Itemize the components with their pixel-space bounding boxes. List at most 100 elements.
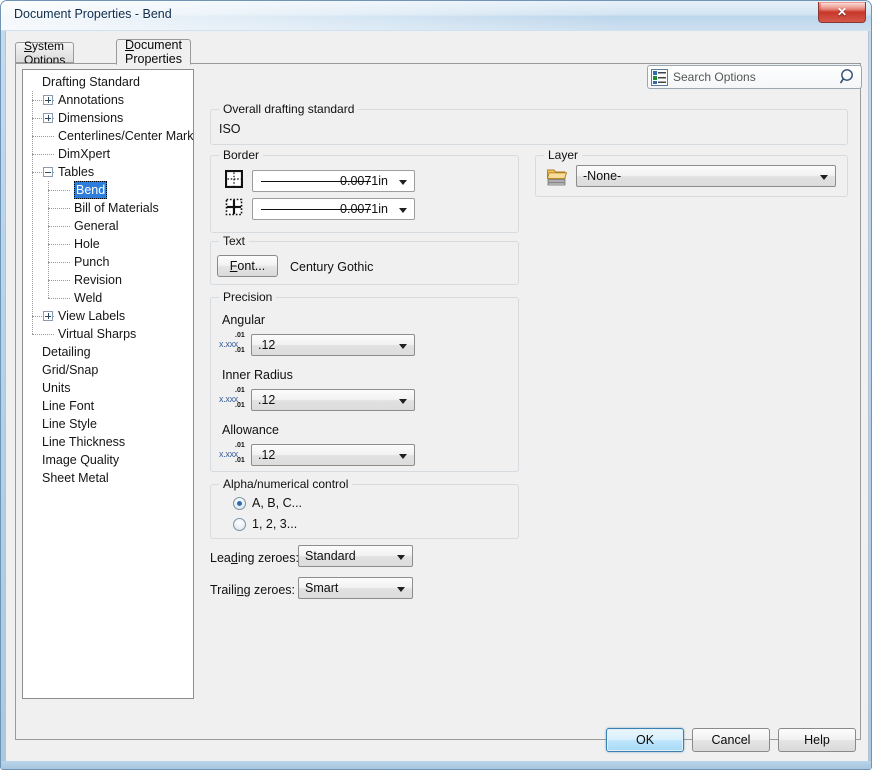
tree-connector-line	[48, 226, 70, 227]
leading-zeroes-combo[interactable]: Standard	[298, 545, 413, 567]
tree-item-label: Line Font	[42, 399, 95, 413]
tree-connector-line	[48, 208, 70, 209]
tree-item-line-thickness[interactable]: Line Thickness	[23, 433, 193, 451]
overall-drafting-standard-label: Overall drafting standard	[219, 102, 359, 116]
radio-alpha[interactable]: A, B, C...	[233, 496, 302, 510]
expand-icon[interactable]	[43, 95, 53, 105]
settings-tree[interactable]: Drafting Standard Annotations Dimensions Ce…	[22, 69, 194, 699]
collapse-icon[interactable]	[43, 167, 53, 177]
tree-item-line-font[interactable]: Line Font	[23, 397, 193, 415]
precision-inner-radius-value: .12	[258, 393, 276, 407]
cancel-button[interactable]: Cancel	[692, 728, 770, 752]
tree-connector-line	[48, 262, 70, 263]
tree-item-drafting-standard[interactable]: Drafting Standard	[23, 73, 193, 91]
chevron-down-icon	[399, 344, 407, 349]
tree-item-label: Annotations	[58, 93, 125, 107]
chevron-down-icon	[399, 454, 407, 459]
tab-document-properties-rest: ocument Properties	[125, 38, 182, 66]
text-group-label: Text	[219, 234, 250, 248]
trailing-zeroes-label: Trailing zeroes:	[210, 583, 295, 597]
tree-item-label: Bend	[74, 181, 108, 199]
tab-document-properties[interactable]: Document Properties	[116, 38, 191, 66]
tree-item-bill-of-materials[interactable]: Bill of Materials	[23, 199, 193, 217]
radio-numeric[interactable]: 1, 2, 3...	[233, 517, 297, 531]
tree-item-general[interactable]: General	[23, 217, 193, 235]
tree-item-grid-snap[interactable]: Grid/Snap	[23, 361, 193, 379]
tree-item-hole[interactable]: Hole	[23, 235, 193, 253]
tree-item-label: Centerlines/Center Marks	[58, 129, 194, 143]
tree-item-label: Punch	[74, 255, 110, 269]
tree-item-view-labels[interactable]: View Labels	[23, 307, 193, 325]
tree-item-label: Virtual Sharps	[58, 327, 137, 341]
precision-angular-combo[interactable]: .12	[251, 334, 415, 356]
precision-group: Precision Angular x.xxx .01 .01 .12 Inne…	[210, 290, 519, 472]
tree-connector-line	[32, 136, 54, 137]
magnifier-icon[interactable]	[838, 67, 858, 87]
window-bottom-edge	[1, 761, 871, 769]
alpha-numerical-control-group: Alpha/numerical control A, B, C... 1, 2,…	[210, 477, 519, 539]
help-button[interactable]: Help	[778, 728, 856, 752]
tree-item-virtual-sharps[interactable]: Virtual Sharps	[23, 325, 193, 343]
tree-item-detailing[interactable]: Detailing	[23, 343, 193, 361]
font-button[interactable]: Font...	[217, 255, 278, 277]
font-name-value: Century Gothic	[290, 260, 374, 274]
tree-item-label: Sheet Metal	[42, 471, 109, 485]
tree-item-units[interactable]: Units	[23, 379, 193, 397]
precision-icon-upper: .01	[235, 442, 245, 449]
tree-item-label: Drafting Standard	[42, 75, 140, 89]
chevron-down-icon	[820, 175, 828, 180]
tree-item-annotations[interactable]: Annotations	[23, 91, 193, 109]
tree-item-label: View Labels	[58, 309, 126, 323]
tree-item-label: Hole	[74, 237, 100, 251]
expand-icon[interactable]	[43, 113, 53, 123]
tree-item-dimensions[interactable]: Dimensions	[23, 109, 193, 127]
search-input[interactable]: Search Options	[647, 65, 862, 89]
precision-allowance-combo[interactable]: .12	[251, 444, 415, 466]
tab-system-options[interactable]: System Options	[15, 39, 75, 67]
border-outer-thickness-combo[interactable]: 0.0071in	[252, 170, 415, 192]
tree-connector-line	[48, 298, 70, 299]
tree-item-tables[interactable]: Tables	[23, 163, 193, 181]
trailing-zeroes-label-b: g zeroes:	[243, 583, 295, 597]
tree-item-revision[interactable]: Revision	[23, 271, 193, 289]
tree-item-punch[interactable]: Punch	[23, 253, 193, 271]
precision-icon-lower: .01	[235, 347, 245, 354]
chevron-down-icon	[399, 180, 407, 185]
trailing-zeroes-combo[interactable]: Smart	[298, 577, 413, 599]
font-button-rest: ont...	[237, 259, 266, 273]
precision-inner-radius-combo[interactable]: .12	[251, 389, 415, 411]
tree-item-label: Line Thickness	[42, 435, 126, 449]
tree-item-weld[interactable]: Weld	[23, 289, 193, 307]
tree-connector-line	[32, 154, 54, 155]
tree-item-dimxpert[interactable]: DimXpert	[23, 145, 193, 163]
precision-icon-upper: .01	[235, 387, 245, 394]
expand-icon[interactable]	[43, 311, 53, 321]
tree-item-label: Grid/Snap	[42, 363, 99, 377]
dialog-window: Document Properties - Bend System Option…	[0, 0, 872, 770]
radio-numeric-indicator	[233, 517, 246, 531]
precision-allowance-label: Allowance	[222, 423, 279, 437]
tree-item-centerlines-center-marks[interactable]: Centerlines/Center Marks	[23, 127, 193, 145]
tree-item-line-style[interactable]: Line Style	[23, 415, 193, 433]
tree-item-bend[interactable]: Bend	[23, 181, 193, 199]
border-inner-thickness-combo[interactable]: 0.0071in	[252, 198, 415, 220]
precision-icon: x.xxx .01 .01	[219, 387, 249, 411]
precision-angular-value: .12	[258, 338, 276, 352]
tree-item-image-quality[interactable]: Image Quality	[23, 451, 193, 469]
close-button-gloss	[821, 3, 865, 11]
tree-connector-line	[48, 190, 70, 191]
trailing-zeroes-label-a: Traili	[210, 583, 237, 597]
border-group-label: Border	[219, 148, 264, 162]
close-button[interactable]	[818, 2, 866, 23]
trailing-zeroes-value: Smart	[305, 581, 339, 595]
leading-zeroes-value: Standard	[305, 549, 356, 563]
ok-button[interactable]: OK	[606, 728, 684, 752]
overall-drafting-standard-group: Overall drafting standard ISO	[210, 102, 848, 145]
tab-document-properties-label: Document Properties	[125, 38, 182, 66]
search-options-icon	[651, 68, 668, 86]
layer-combo[interactable]: -None-	[576, 165, 836, 187]
tree-item-sheet-metal[interactable]: Sheet Metal	[23, 469, 193, 487]
tree-item-label: Weld	[74, 291, 103, 305]
precision-icon-lower: .01	[235, 457, 245, 464]
tree-item-label: Bill of Materials	[74, 201, 159, 215]
